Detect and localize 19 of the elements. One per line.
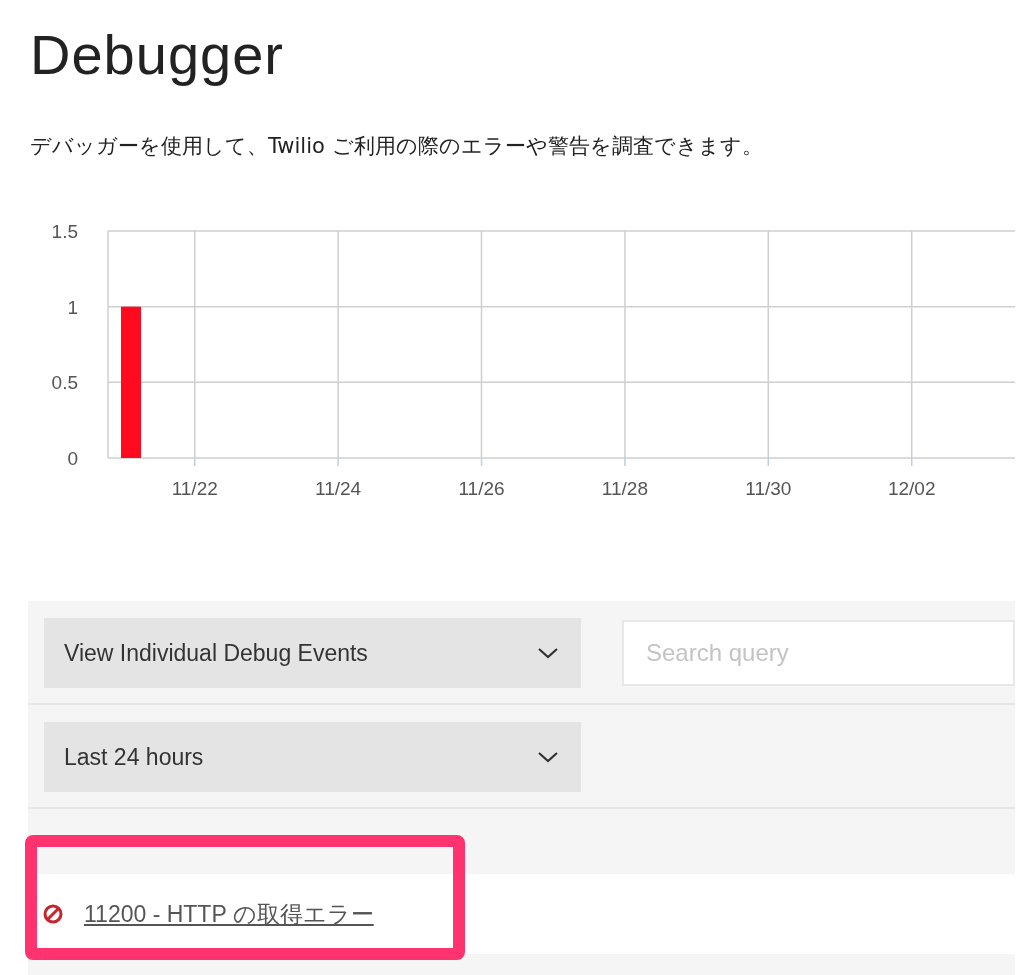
page-title: Debugger xyxy=(29,22,285,88)
y-tick-label: 1 xyxy=(67,296,78,318)
x-tick-label: 12/02 xyxy=(887,478,936,499)
page-description: デバッガーを使用して、Twilio ご利用の際のエラーや警告を調査できます。 xyxy=(29,133,764,160)
x-tick-label: 11/30 xyxy=(745,478,792,499)
time-range-dropdown[interactable]: Last 24 hours xyxy=(44,722,581,792)
x-tick-label: 11/28 xyxy=(601,478,648,499)
y-tick-label: 0 xyxy=(67,448,78,469)
prohibited-icon xyxy=(42,903,64,925)
chevron-down-icon xyxy=(537,646,559,660)
view-dropdown[interactable]: View Individual Debug Events xyxy=(44,618,581,688)
x-tick-label: 11/22 xyxy=(171,478,218,499)
search-field[interactable]: Search query xyxy=(622,620,1015,686)
y-tick-label: 0.5 xyxy=(51,372,78,394)
x-tick-label: 11/24 xyxy=(315,478,362,499)
chevron-down-icon xyxy=(537,750,559,764)
y-tick-label: 1.5 xyxy=(51,221,78,242)
x-tick-label: 11/26 xyxy=(458,478,505,499)
event-link[interactable]: 11200 - HTTP の取得エラー xyxy=(84,898,374,930)
